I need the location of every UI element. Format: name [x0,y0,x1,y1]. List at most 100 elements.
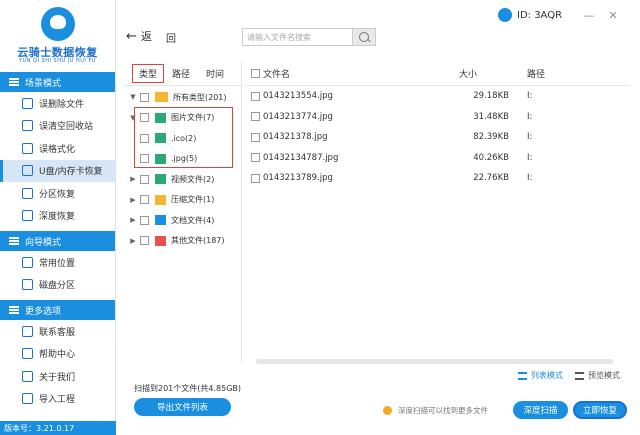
file-path: I: [527,132,533,143]
sidebar-item-label: 常用位置 [39,258,76,269]
file-row[interactable]: 0143213789.jpg 22.76KB I: [245,168,630,189]
other-icon [155,235,166,246]
minimize-button[interactable]: — [582,8,596,22]
sidebar-item-label: 联系客服 [39,327,76,338]
archive-icon [155,194,166,205]
deep-scan-button[interactable]: 深度扫描 [513,401,568,419]
sidebar-item[interactable]: 分区恢复 [0,182,115,205]
column-name[interactable]: 文件名 [263,67,459,80]
back-label: 返 [140,30,152,43]
sidebar-item[interactable]: 导入工程 [0,388,115,411]
navigation-bar: ← 返 回 请输入文件名搜索 [116,28,640,48]
sidebar-item-icon [22,279,33,291]
sidebar-item[interactable]: 误清空回收站 [0,115,115,138]
export-list-button[interactable]: 导出文件列表 [134,398,231,416]
video-icon [155,174,166,185]
file-size: 82.39KB [473,132,509,143]
sidebar-section-header: 向导模式 [0,231,115,251]
file-checkbox[interactable] [251,153,260,163]
tree-row-label: 视频文件(2) [171,174,215,184]
recover-now-button[interactable]: 立即恢复 [573,401,627,419]
app-subtitle: YUN QI SHI SHU JU HUI FU [19,58,96,64]
sidebar-item[interactable]: 关于我们 [0,365,115,388]
sidebar-item[interactable]: U盘/内存卡恢复 [0,159,115,182]
sidebar-item-icon [22,393,33,405]
sidebar: 云骑士数据恢复 YUN QI SHI SHU JU HUI FU 场景模式 误删除… [0,0,116,435]
sidebar-item[interactable]: 磁盘分区 [0,274,115,297]
sidebar-item[interactable]: 深度恢复 [0,205,115,228]
tree-tab[interactable]: 路径 [164,67,198,80]
close-button[interactable]: ✕ [606,8,620,22]
tree-tab[interactable]: 类型 [132,64,165,83]
sidebar-item-label: 关于我们 [39,372,76,383]
sidebar-section-title: 向导模式 [25,237,62,248]
tree-row[interactable]: ▶ 压缩文件(1) [124,190,241,211]
expand-toggle-icon[interactable]: ▶ [128,237,138,245]
preview-view-button[interactable]: 预览模式 [575,370,620,381]
sidebar-section-title: 更多选项 [25,306,62,317]
sidebar-item-label: 磁盘分区 [39,281,76,292]
user-id[interactable]: ID: 3AQR [498,8,562,22]
sidebar-item-label: U盘/内存卡恢复 [39,167,103,178]
select-all-checkbox[interactable] [251,69,260,78]
file-size: 40.26KB [473,152,509,163]
deep-scan-hint: 深度扫描可以找到更多文件 [383,405,488,416]
tree-row[interactable]: ▶ 文档文件(4) [124,210,241,231]
expand-toggle-icon[interactable]: ▶ [128,216,138,224]
sidebar-item-icon [22,142,33,154]
file-path: I: [527,91,533,102]
file-row[interactable]: 0143213478​7.jpg 40.26KB I: [245,148,630,169]
sidebar-item[interactable]: 帮助中心 [0,343,115,366]
up-button[interactable]: 回 [166,30,176,45]
tree-row-label: 所有类型(201) [173,92,227,102]
tree-checkbox[interactable] [140,92,149,102]
back-arrow-icon: ← [126,28,137,44]
tree-row-label: 其他文件(187) [171,236,225,246]
preview-view-label: 预览模式 [588,371,620,380]
file-checkbox[interactable] [251,112,260,122]
tree-checkbox[interactable] [140,195,149,205]
expand-toggle-icon[interactable]: ▶ [128,175,138,183]
user-id-label: ID: 3AQR [517,9,563,21]
search-icon[interactable] [352,28,376,46]
tree-row[interactable]: ▶ 其他文件(187) [124,231,241,252]
sidebar-item[interactable]: 误删除文件 [0,92,115,115]
file-checkbox[interactable] [251,132,260,142]
tree-checkbox[interactable] [140,215,149,225]
horizontal-scrollbar[interactable] [256,359,613,364]
column-size[interactable]: 大小 [459,67,509,80]
file-checkbox[interactable] [251,173,260,183]
file-checkbox[interactable] [251,91,260,101]
sidebar-item-label: 分区恢复 [39,189,76,200]
file-row[interactable]: 014321378.jpg 82.39KB I: [245,127,630,148]
expand-toggle-icon[interactable]: ▶ [128,196,138,204]
sidebar-item[interactable]: 误格式化 [0,137,115,160]
deep-scan-hint-text: 深度扫描可以找到更多文件 [398,406,488,415]
column-path[interactable]: 路径 [509,67,545,80]
tree-checkbox[interactable] [140,236,149,246]
file-list: 文件名 大小 路径 0143213554.jpg 29.18KB I: 0143213… [245,62,630,362]
scan-summary: 扫描到201个文件(共4.85GB) [134,384,242,393]
file-name: 0143213554.jpg [263,91,333,102]
sidebar-item-label: 误删除文件 [39,99,85,110]
expand-toggle-icon[interactable]: ▼ [128,93,138,101]
sidebar-item[interactable]: 常用位置 [0,251,115,274]
tree-row[interactable]: ▼ 所有类型(201) [124,87,241,108]
tree-row-label: 压缩文件(1) [171,195,215,205]
file-name: 0143213774.jpg [263,111,333,122]
tree-tabs: 类型 路径 时间 [124,62,241,86]
file-name: 014321378.jpg [263,132,328,143]
tree-checkbox[interactable] [140,174,149,184]
file-row[interactable]: 0143213774.jpg 31.48KB I: [245,107,630,128]
list-view-button[interactable]: 列表模式 [518,370,563,381]
file-row[interactable]: 0143213554.jpg 29.18KB I: [245,86,630,107]
tree-tab[interactable]: 时间 [198,67,232,80]
sidebar-item[interactable]: 联系客服 [0,320,115,343]
tree-row[interactable]: ▶ 视频文件(2) [124,169,241,190]
sidebar-item-icon [22,370,33,382]
file-path: I: [527,111,533,122]
file-path: I: [527,173,533,184]
back-button[interactable]: ← 返 [126,28,152,44]
list-view-icon [518,371,527,380]
image-group-highlight [134,107,233,168]
